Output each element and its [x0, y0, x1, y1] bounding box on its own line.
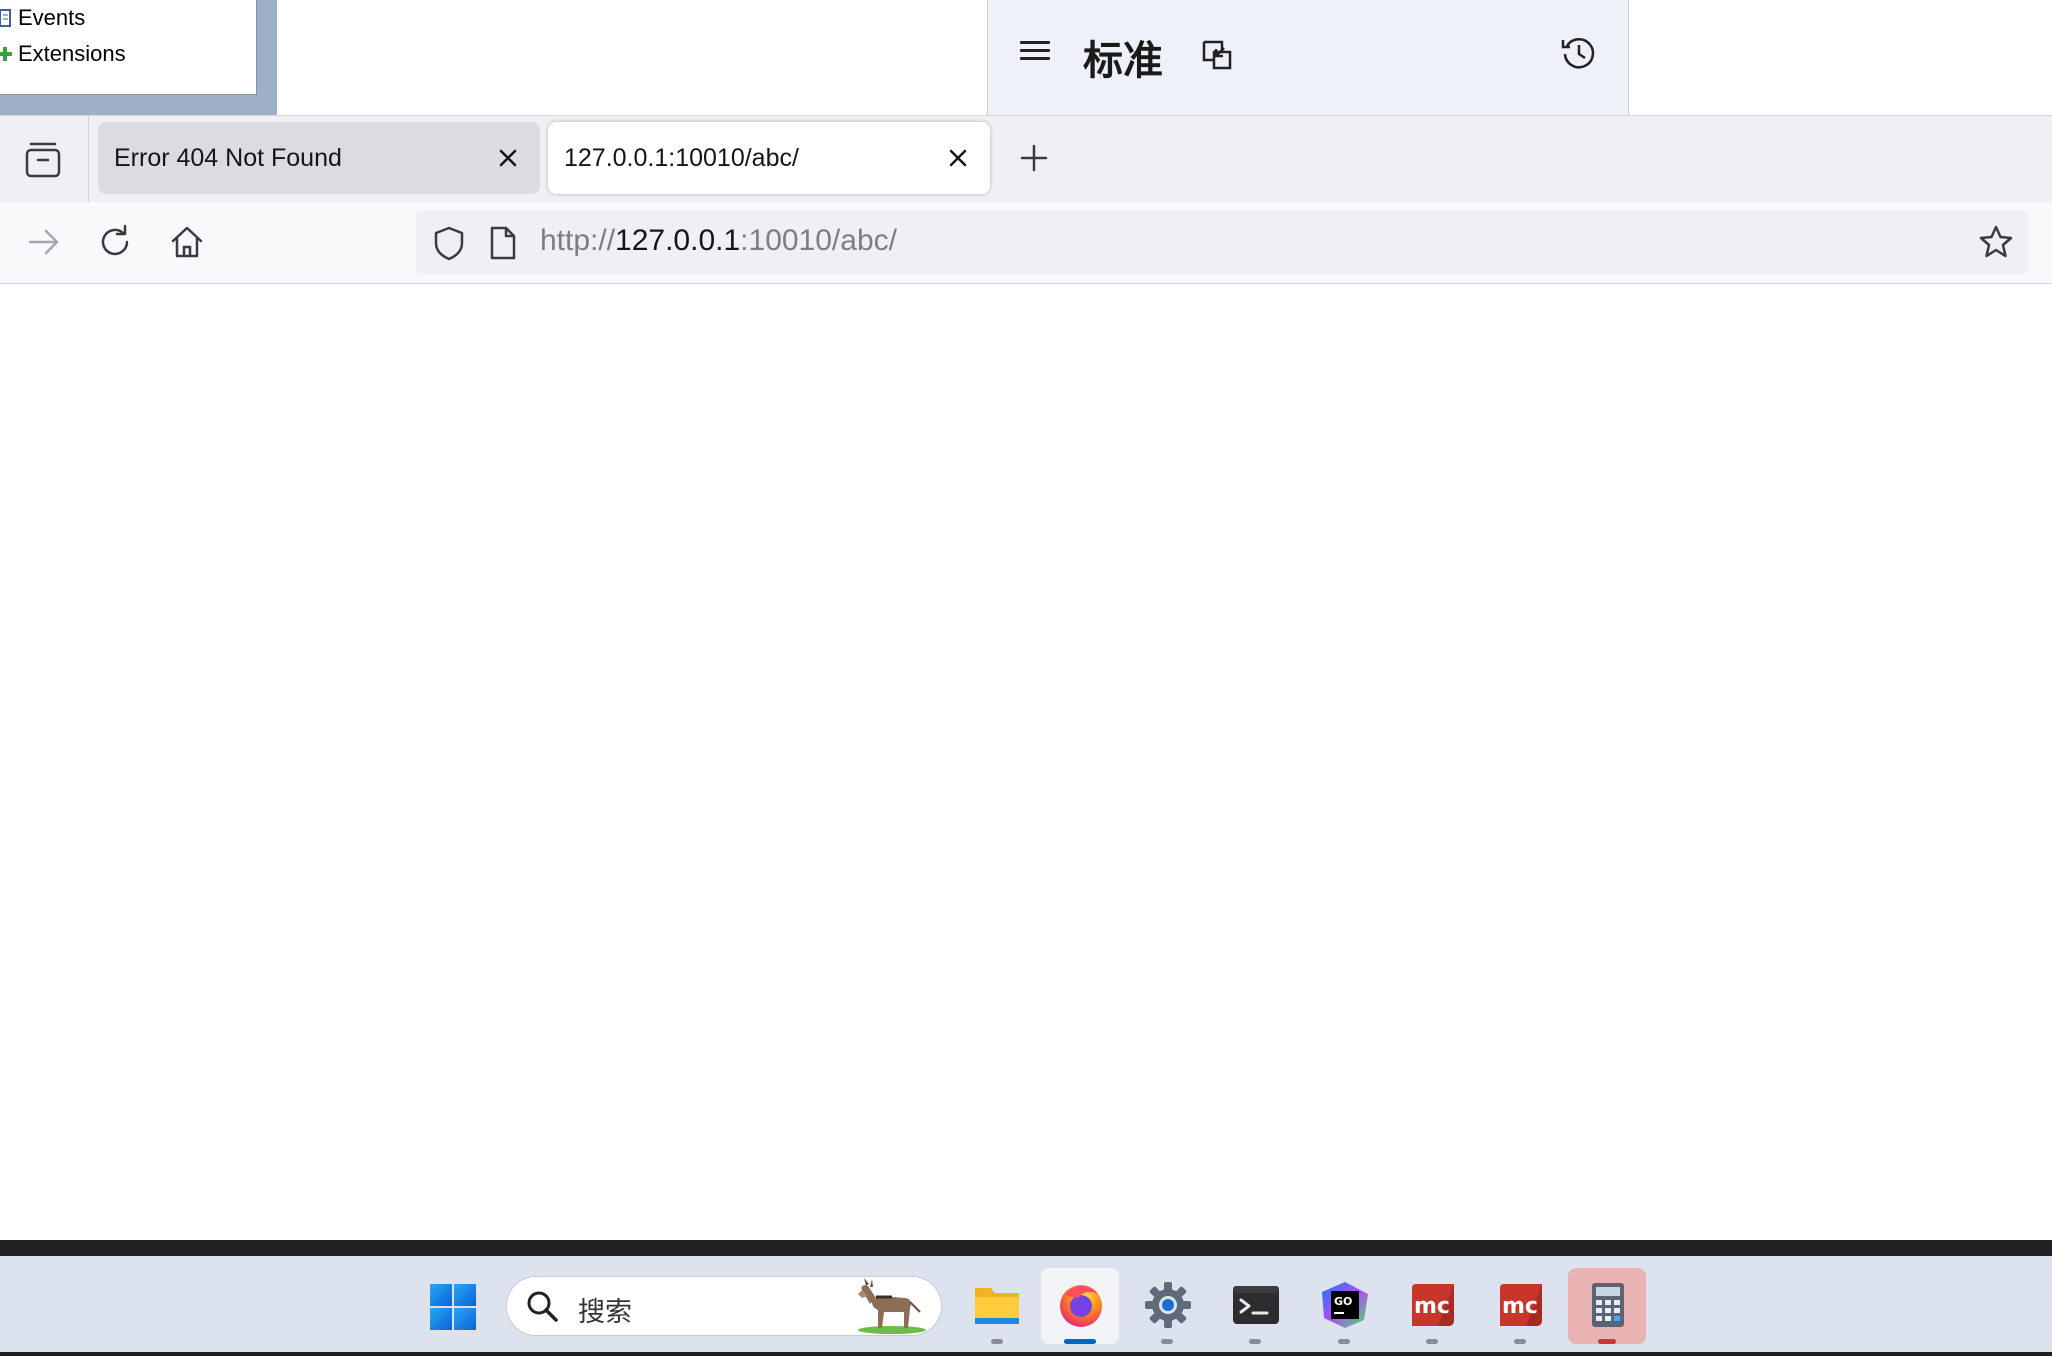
mc-app-icon: mc	[1500, 1284, 1542, 1326]
taskbar-terminal[interactable]	[1216, 1268, 1294, 1344]
firefox-icon	[1060, 1285, 1102, 1327]
reload-icon[interactable]	[96, 222, 136, 262]
tree-item-label: Extensions	[18, 41, 126, 66]
mc-app-icon: mc	[1412, 1284, 1454, 1326]
svg-text:mc: mc	[1414, 1294, 1450, 1319]
tree-item-events[interactable]: Events	[0, 3, 85, 33]
settings-gear-icon	[1145, 1282, 1191, 1328]
running-indicator	[1161, 1339, 1173, 1344]
events-icon	[0, 9, 11, 27]
keep-on-top-icon[interactable]	[1200, 38, 1234, 72]
tab-error-404[interactable]: Error 404 Not Found	[98, 122, 540, 194]
active-indicator	[1598, 1339, 1616, 1344]
svg-text:mc: mc	[1502, 1294, 1538, 1319]
running-indicator	[991, 1339, 1003, 1344]
close-icon[interactable]	[944, 144, 972, 172]
taskbar-file-explorer[interactable]	[958, 1268, 1036, 1344]
running-indicator	[1249, 1339, 1261, 1344]
taskbar-calculator[interactable]	[1568, 1268, 1646, 1344]
window-bottom-edge	[0, 1240, 2052, 1256]
tab-label: 127.0.0.1:10010/abc/	[564, 144, 799, 172]
tab-active[interactable]: 127.0.0.1:10010/abc/	[548, 122, 990, 194]
close-icon[interactable]	[494, 144, 522, 172]
page-info-icon[interactable]	[488, 225, 518, 261]
goland-icon: GO	[1322, 1282, 1368, 1328]
active-indicator	[1064, 1339, 1096, 1344]
extensions-icon	[0, 47, 12, 61]
taskbar-goland[interactable]: GO	[1305, 1268, 1383, 1344]
file-explorer-icon	[975, 1288, 1019, 1324]
url-scheme: http://	[540, 224, 616, 257]
windows-start-icon[interactable]	[428, 1282, 478, 1332]
history-icon[interactable]	[1560, 34, 1598, 72]
running-indicator	[1426, 1339, 1438, 1344]
url-host: 127.0.0.1	[615, 224, 741, 257]
home-icon[interactable]	[167, 222, 207, 262]
screen-bottom-edge	[0, 1352, 2052, 1356]
tab-label: Error 404 Not Found	[114, 144, 342, 172]
url-path: :10010/abc/	[740, 224, 897, 257]
taskbar-firefox[interactable]	[1041, 1268, 1119, 1344]
search-placeholder: 搜索	[578, 1297, 632, 1328]
taskbar-mc-2[interactable]: mc	[1481, 1268, 1559, 1344]
calculator-mode-title: 标准	[1083, 38, 1163, 84]
search-icon	[527, 1291, 558, 1322]
taskbar-settings[interactable]	[1128, 1268, 1206, 1344]
calculator-menu-icon[interactable]	[1020, 36, 1052, 70]
calculator-icon	[1592, 1283, 1624, 1327]
tab-separator	[88, 115, 89, 202]
running-indicator	[1338, 1339, 1350, 1344]
tree-item-extensions[interactable]: Extensions	[0, 39, 126, 69]
svg-text:GO: GO	[1334, 1295, 1352, 1308]
forward-icon[interactable]	[24, 222, 64, 262]
new-tab-icon[interactable]	[1018, 140, 1050, 176]
running-indicator	[1514, 1339, 1526, 1344]
terminal-icon	[1233, 1286, 1279, 1324]
tab-overview-icon[interactable]	[22, 140, 64, 180]
bookmark-star-icon[interactable]	[1976, 222, 2016, 262]
tree-view: Events Extensions	[0, 0, 257, 95]
taskbar-mc-1[interactable]: mc	[1393, 1268, 1471, 1344]
search-highlight-donkey-icon	[858, 1278, 926, 1334]
page-content	[0, 285, 2052, 1240]
tree-item-label: Events	[18, 5, 86, 30]
url-text[interactable]: http://127.0.0.1:10010/abc/	[540, 224, 897, 258]
tracking-protection-shield-icon[interactable]	[432, 225, 466, 261]
